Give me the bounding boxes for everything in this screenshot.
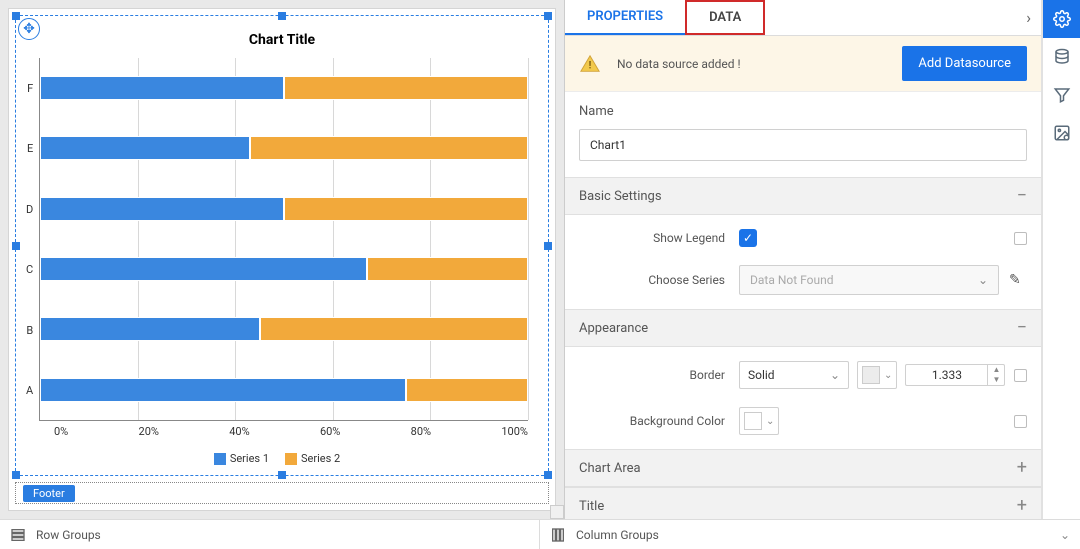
resize-handle[interactable] [544,242,552,250]
border-style-select[interactable]: Solid ⌄ [739,361,849,389]
section-chart-area[interactable]: Chart Area + [565,449,1041,487]
chart-plot: F E D C B A [16,52,548,475]
chevron-down-icon: ⌄ [978,273,988,287]
move-handle-icon[interactable]: ✥ [18,18,40,40]
border-color-input[interactable]: ⌄ [857,361,897,389]
columns-icon [550,527,566,543]
resize-handle[interactable] [12,471,20,479]
chevron-down-icon: ⌄ [830,368,840,382]
row-groups-panel[interactable]: Row Groups [0,520,540,549]
chevron-down-icon: ⌄ [884,370,892,381]
expand-icon: + [1017,497,1027,515]
resize-handle[interactable] [544,12,552,20]
resize-handle[interactable] [544,471,552,479]
y-axis-labels: F E D C B A [26,58,39,421]
add-datasource-button[interactable]: Add Datasource [902,46,1027,81]
bars-column [39,58,528,421]
footer-tag[interactable]: Footer [23,485,75,502]
chart-legend: Series 1 Series 2 [26,438,528,475]
rail-properties-icon[interactable] [1043,0,1080,38]
expand-icon: + [1017,459,1027,477]
choose-series-select[interactable]: Data Not Found ⌄ [739,265,999,295]
column-groups-panel[interactable]: Column Groups ⌄ [540,520,1080,549]
collapse-icon: − [1017,319,1027,337]
show-legend-checkbox[interactable]: ✓ [739,229,757,247]
warning-icon: ! [579,53,601,75]
report-footer-band[interactable] [15,482,549,504]
resize-handle[interactable] [278,12,286,20]
rail-image-icon[interactable] [1043,114,1080,152]
reset-checkbox[interactable] [1014,369,1027,382]
resize-handle[interactable] [278,471,286,479]
name-input[interactable] [579,129,1027,161]
side-rail [1042,0,1080,519]
collapse-icon: − [1017,187,1027,205]
warning-text: No data source added ! [617,57,741,71]
chevron-down-icon: ⌄ [766,416,774,427]
reset-checkbox[interactable] [1014,415,1027,428]
resize-handle[interactable] [12,12,20,20]
bgcolor-input[interactable]: ⌄ [739,407,779,435]
choose-series-label: Choose Series [579,273,739,287]
scroll-corner [550,505,564,519]
design-canvas[interactable]: ✥ Chart Title F E D C B A [0,0,565,519]
rows-icon [10,527,26,543]
tab-properties[interactable]: PROPERTIES [565,0,685,35]
chart-title: Chart Title [16,16,548,52]
section-title[interactable]: Title + [565,487,1041,519]
chevron-right-icon[interactable]: › [1016,8,1041,27]
border-width-input[interactable]: 1.333 ▲ ▼ [905,364,1005,386]
section-basic-settings[interactable]: Basic Settings − [565,177,1041,215]
bgcolor-label: Background Color [579,414,739,428]
rail-data-icon[interactable] [1043,38,1080,76]
reset-checkbox[interactable] [1014,232,1027,245]
spin-down-icon[interactable]: ▼ [988,375,1004,385]
tab-data[interactable]: DATA [685,0,765,35]
rail-filter-icon[interactable] [1043,76,1080,114]
spin-up-icon[interactable]: ▲ [988,365,1004,375]
canvas-surface[interactable]: ✥ Chart Title F E D C B A [8,8,556,511]
x-axis-labels: 0% 20% 40% 60% 80% 100% [26,421,528,438]
chart-widget-selected[interactable]: ✥ Chart Title F E D C B A [15,15,549,476]
bottom-bar: Row Groups Column Groups ⌄ [0,519,1080,549]
border-label: Border [579,368,739,382]
name-label: Name [579,104,1027,119]
edit-icon[interactable]: ✎ [1009,272,1021,288]
section-appearance[interactable]: Appearance − [565,309,1041,347]
resize-handle[interactable] [12,242,20,250]
svg-text:!: ! [589,60,592,71]
chevron-down-icon[interactable]: ⌄ [1060,528,1070,542]
no-datasource-warning: ! No data source added ! Add Datasource [565,36,1041,92]
panel-tabs: PROPERTIES DATA › [565,0,1041,36]
show-legend-label: Show Legend [579,231,739,245]
